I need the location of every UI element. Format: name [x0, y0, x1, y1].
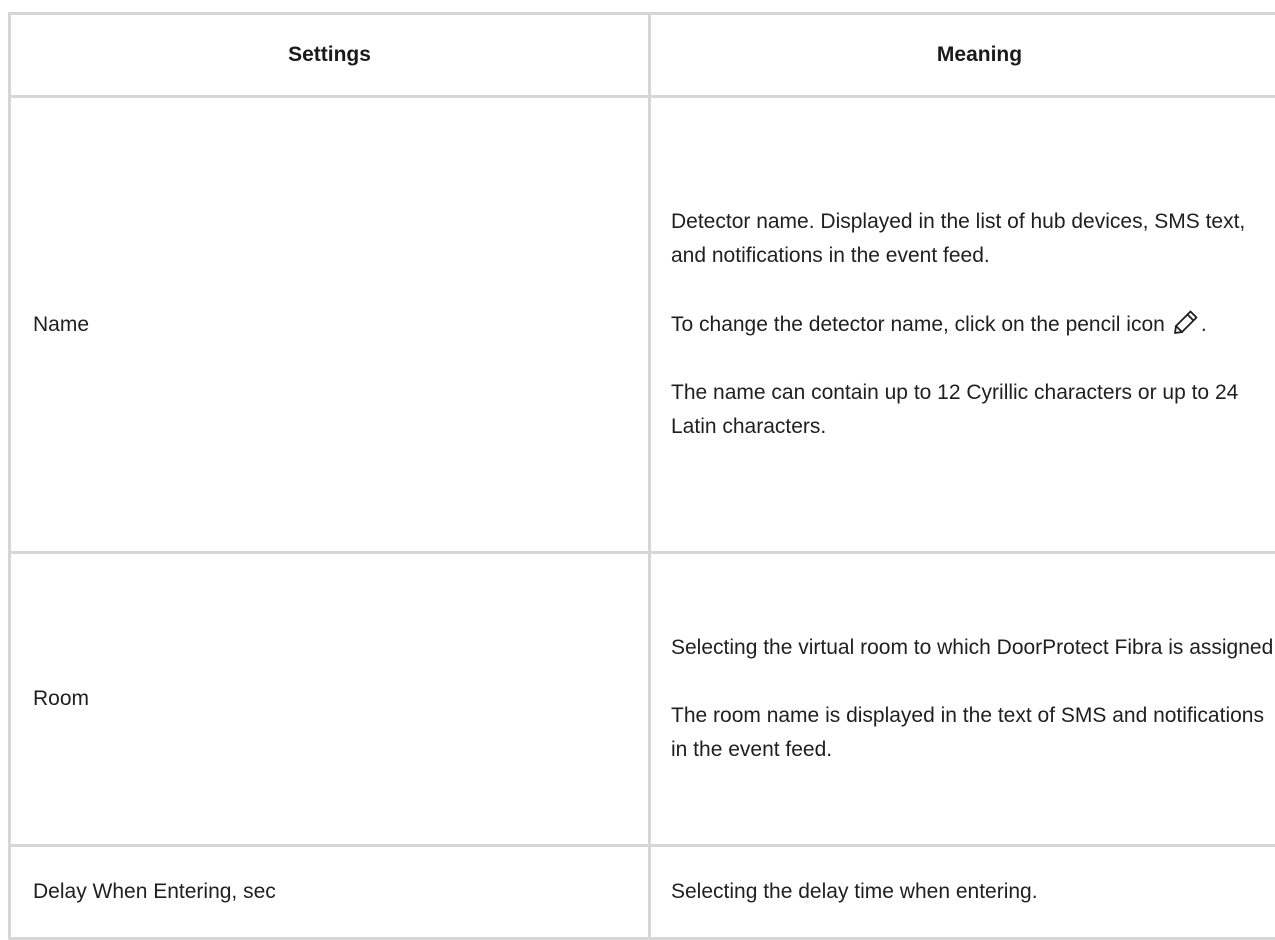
meaning-paragraph: The name can contain up to 12 Cyrillic c… [671, 376, 1275, 444]
table-row: Delay When Entering, sec Selecting the d… [10, 846, 1275, 939]
meaning-room-cell: Selecting the virtual room to which Door… [650, 553, 1275, 846]
meaning-text-suffix: . [1201, 313, 1207, 336]
header-meaning: Meaning [650, 14, 1275, 97]
meaning-name-cell: Detector name. Displayed in the list of … [650, 97, 1275, 553]
header-settings: Settings [10, 14, 650, 97]
meaning-paragraph: Detector name. Displayed in the list of … [671, 205, 1275, 273]
table-row: Name Detector name. Displayed in the lis… [10, 97, 1275, 553]
pencil-icon [1171, 307, 1201, 337]
setting-room-cell: Room [10, 553, 650, 846]
table-header-row: Settings Meaning [10, 14, 1275, 97]
meaning-text: To change the detector name, click on th… [671, 313, 1165, 336]
setting-delay-cell: Delay When Entering, sec [10, 846, 650, 939]
meaning-paragraph-with-icon: To change the detector name, click on th… [671, 307, 1275, 342]
setting-name-cell: Name [10, 97, 650, 553]
table-row: Room Selecting the virtual room to which… [10, 553, 1275, 846]
meaning-paragraph: Selecting the delay time when entering. [671, 875, 1275, 909]
settings-table: Settings Meaning Name Detector name. Dis… [8, 12, 1275, 940]
meaning-delay-cell: Selecting the delay time when entering. [650, 846, 1275, 939]
meaning-paragraph: The room name is displayed in the text o… [671, 699, 1275, 767]
meaning-paragraph: Selecting the virtual room to which Door… [671, 631, 1275, 665]
